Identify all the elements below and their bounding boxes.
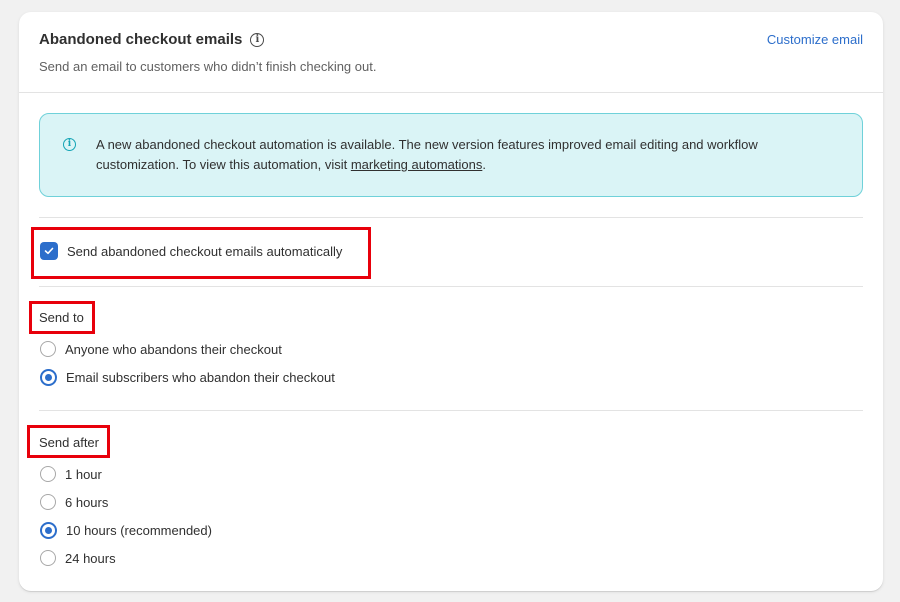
radio-button[interactable] — [40, 550, 56, 566]
marketing-automations-link[interactable]: marketing automations — [351, 157, 483, 172]
radio-button-selected[interactable] — [40, 369, 57, 386]
banner-text: A new abandoned checkout automation is a… — [96, 135, 836, 175]
option-label: 10 hours (recommended) — [66, 523, 212, 538]
option-label: 6 hours — [65, 494, 109, 510]
send-to-option-subscribers[interactable]: Email subscribers who abandon their chec… — [40, 369, 335, 386]
option-label: Anyone who abandons their checkout — [65, 341, 282, 357]
option-label: Email subscribers who abandon their chec… — [66, 370, 335, 385]
title-row: Abandoned checkout emails i — [39, 31, 265, 48]
info-banner: i A new abandoned checkout automation is… — [39, 113, 863, 197]
info-icon[interactable]: i — [250, 32, 265, 47]
customize-email-link[interactable]: Customize email — [767, 32, 863, 47]
abandoned-checkout-card: Abandoned checkout emails i Send an emai… — [19, 12, 883, 591]
send-after-option-6-hours[interactable]: 6 hours — [40, 494, 108, 510]
info-icon: i — [63, 138, 76, 151]
banner-text-after: . — [482, 157, 486, 172]
radio-button[interactable] — [40, 494, 56, 510]
divider — [39, 217, 863, 218]
highlight-box-send-after — [27, 425, 110, 458]
radio-button[interactable] — [40, 466, 56, 482]
send-to-option-anyone[interactable]: Anyone who abandons their checkout — [40, 341, 282, 357]
highlight-box-auto-send — [31, 227, 371, 279]
send-after-option-24-hours[interactable]: 24 hours — [40, 550, 116, 566]
card-title: Abandoned checkout emails — [39, 31, 243, 48]
highlight-box-send-to — [29, 301, 95, 334]
divider — [39, 410, 863, 411]
radio-button[interactable] — [40, 341, 56, 357]
card-header: Abandoned checkout emails i Send an emai… — [19, 12, 883, 93]
send-after-option-10-hours[interactable]: 10 hours (recommended) — [40, 522, 212, 539]
card-subtitle: Send an email to customers who didn’t fi… — [39, 59, 377, 74]
send-after-option-1-hour[interactable]: 1 hour — [40, 466, 102, 482]
radio-button-selected[interactable] — [40, 522, 57, 539]
divider — [39, 286, 863, 287]
option-label: 24 hours — [65, 550, 116, 566]
option-label: 1 hour — [65, 466, 102, 482]
